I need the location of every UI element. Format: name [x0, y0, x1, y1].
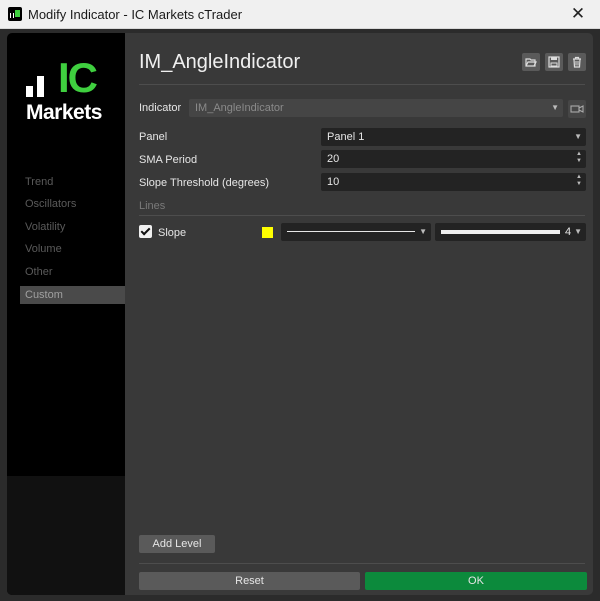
folder-open-icon: [525, 58, 537, 67]
trash-icon: [573, 56, 581, 68]
sidebar-footer: [7, 476, 125, 595]
logo-ic-text: IC: [58, 54, 98, 101]
panel-select[interactable]: Panel 1 ▼: [321, 128, 586, 146]
footer-divider: [139, 563, 585, 564]
category-custom[interactable]: Custom: [20, 286, 125, 304]
app-icon: [8, 7, 22, 21]
chevron-down-icon: ▼: [551, 103, 559, 112]
save-template-button[interactable]: [545, 53, 563, 71]
slope-threshold-value: 10: [327, 176, 340, 188]
line-thickness-value: 4: [565, 226, 572, 238]
load-template-button[interactable]: [522, 53, 540, 71]
logo-markets-text: Markets: [26, 101, 102, 124]
sma-period-label: SMA Period: [139, 154, 198, 166]
panel-label: Panel: [139, 131, 168, 143]
category-sidebar: IC Markets Trend Oscillators Volatility …: [7, 33, 125, 595]
camera-icon: [570, 105, 584, 113]
window-title: Modify Indicator - IC Markets cTrader: [28, 7, 243, 22]
panel-select-value: Panel 1: [327, 131, 365, 143]
slope-color-swatch[interactable]: [262, 227, 273, 238]
indicator-select[interactable]: IM_AngleIndicator ▼: [189, 99, 563, 117]
lines-divider: [139, 215, 585, 216]
lines-section-label: Lines: [139, 200, 166, 212]
camera-button[interactable]: [568, 100, 586, 118]
indicator-title: IM_AngleIndicator: [139, 51, 301, 73]
indicator-settings-panel: IM_AngleIndicator Indicator IM_AngleIndi…: [125, 33, 593, 595]
chevron-down-icon: ▼: [419, 227, 427, 236]
delete-template-button[interactable]: [568, 53, 586, 71]
line-style-select[interactable]: ▼: [281, 223, 431, 241]
spinner-arrows-icon[interactable]: ▲ ▼: [576, 151, 582, 165]
title-bar: Modify Indicator - IC Markets cTrader ✕: [0, 0, 600, 29]
chevron-down-icon: ▼: [574, 132, 582, 141]
indicator-label: Indicator: [139, 102, 182, 114]
chevron-down-icon: ▼: [574, 227, 582, 236]
ok-button[interactable]: OK: [365, 572, 587, 590]
sma-period-value: 20: [327, 153, 340, 165]
line-thickness-select[interactable]: 4 ▼: [435, 223, 586, 241]
slope-threshold-input[interactable]: 10 ▲ ▼: [321, 173, 586, 191]
spinner-arrows-icon[interactable]: ▲ ▼: [576, 174, 582, 188]
reset-button[interactable]: Reset: [139, 572, 360, 590]
line-thickness-preview: [441, 230, 560, 234]
sma-period-input[interactable]: 20 ▲ ▼: [321, 150, 586, 168]
indicator-select-value: IM_AngleIndicator: [195, 102, 284, 114]
category-volume[interactable]: Volume: [20, 240, 125, 258]
save-icon: [548, 56, 560, 68]
ic-markets-logo: IC Markets: [26, 54, 106, 124]
slope-line-label: Slope: [158, 227, 187, 239]
category-volatility[interactable]: Volatility: [20, 218, 125, 236]
add-level-button[interactable]: Add Level: [139, 535, 215, 553]
logo-bars-icon: [26, 67, 56, 97]
line-style-preview: [287, 231, 415, 232]
close-button[interactable]: ✕: [556, 0, 600, 29]
category-other[interactable]: Other: [20, 263, 125, 281]
category-trend[interactable]: Trend: [20, 173, 125, 191]
slope-line-checkbox[interactable]: [139, 225, 152, 238]
title-divider: [139, 84, 585, 85]
category-oscillators[interactable]: Oscillators: [20, 195, 125, 213]
slope-threshold-label: Slope Threshold (degrees): [139, 177, 270, 189]
